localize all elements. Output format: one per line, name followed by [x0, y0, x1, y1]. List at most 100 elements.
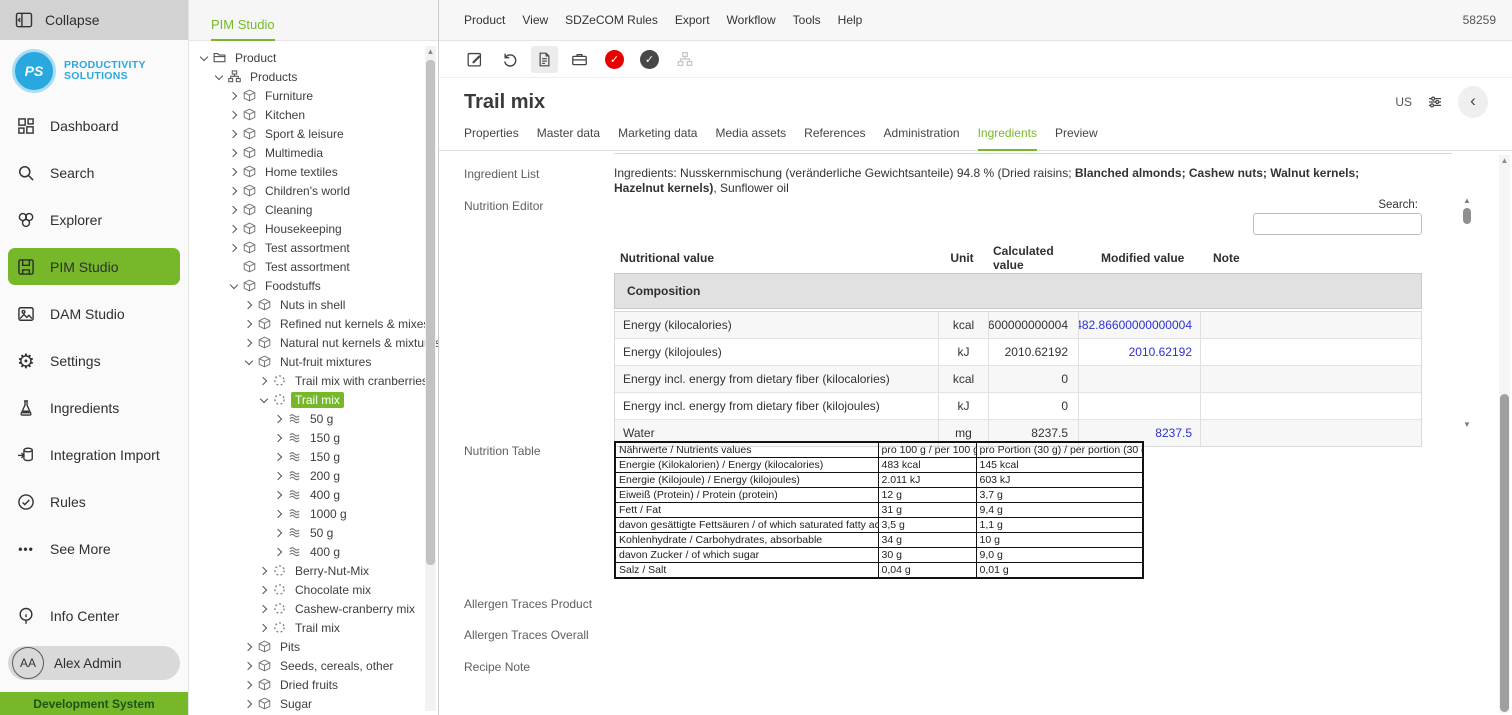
- nutrient-note[interactable]: [1200, 312, 1421, 338]
- tree-node-150-g[interactable]: 150 g: [189, 447, 438, 466]
- chevron-right-icon[interactable]: [242, 644, 256, 650]
- briefcase-button[interactable]: [566, 46, 593, 73]
- tree-node-natural-nut-kernels-mixtures[interactable]: Natural nut kernels & mixtures: [189, 333, 438, 352]
- tree-node-50-g[interactable]: 50 g: [189, 523, 438, 542]
- tree-node-trail-mix[interactable]: Trail mix: [189, 618, 438, 637]
- hierarchy-button[interactable]: [671, 46, 698, 73]
- tree-node-trail-mix-with-cranberries[interactable]: Trail mix with cranberries: [189, 371, 438, 390]
- tree-scrollbar-thumb[interactable]: [426, 60, 435, 565]
- tree-scrollbar[interactable]: ▲: [425, 46, 436, 711]
- tree-node-multimedia[interactable]: Multimedia: [189, 143, 438, 162]
- sidebar-item-explorer[interactable]: Explorer: [0, 196, 188, 243]
- tab-media-assets[interactable]: Media assets: [715, 126, 786, 150]
- menu-tools[interactable]: Tools: [793, 13, 821, 27]
- tree-node-1000-g[interactable]: 1000 g: [189, 504, 438, 523]
- tree-node-chocolate-mix[interactable]: Chocolate mix: [189, 580, 438, 599]
- page-scrollbar-thumb[interactable]: [1500, 394, 1509, 712]
- tab-administration[interactable]: Administration: [884, 126, 960, 150]
- chevron-right-icon[interactable]: [272, 530, 286, 536]
- tree-node-cashew-cranberry-mix[interactable]: Cashew-cranberry mix: [189, 599, 438, 618]
- sliders-icon[interactable]: [1426, 93, 1444, 111]
- scroll-up-icon[interactable]: ▲: [1499, 156, 1510, 166]
- locale-selector[interactable]: US: [1395, 95, 1412, 109]
- tree-node-home-textiles[interactable]: Home textiles: [189, 162, 438, 181]
- search-input[interactable]: [1253, 213, 1422, 235]
- editor-scrollbar[interactable]: ▲ ▼: [1461, 196, 1473, 428]
- approve-red-button[interactable]: ✓: [601, 46, 628, 73]
- chevron-right-icon[interactable]: [227, 93, 241, 99]
- chevron-right-icon[interactable]: [227, 188, 241, 194]
- chevron-right-icon[interactable]: [257, 625, 271, 631]
- menu-view[interactable]: View: [522, 13, 548, 27]
- sidebar-item-see-more[interactable]: •••See More: [0, 525, 188, 572]
- tree-node-cleaning[interactable]: Cleaning: [189, 200, 438, 219]
- nutrient-note[interactable]: [1200, 339, 1421, 365]
- chevron-right-icon[interactable]: [227, 169, 241, 175]
- chevron-down-icon[interactable]: [257, 398, 271, 402]
- tree-node-housekeeping[interactable]: Housekeeping: [189, 219, 438, 238]
- tab-master-data[interactable]: Master data: [537, 126, 600, 150]
- nutrient-modified-value[interactable]: [1078, 393, 1200, 419]
- tree-node-children-s-world[interactable]: Children's world: [189, 181, 438, 200]
- approve-dark-button[interactable]: ✓: [636, 46, 663, 73]
- tree-node-kitchen[interactable]: Kitchen: [189, 105, 438, 124]
- tree-node-berry-nut-mix[interactable]: Berry-Nut-Mix: [189, 561, 438, 580]
- sidebar-item-integration-import[interactable]: Integration Import: [0, 431, 188, 478]
- chevron-right-icon[interactable]: [257, 568, 271, 574]
- composition-group-row[interactable]: Composition: [614, 273, 1422, 309]
- tree-node-400-g[interactable]: 400 g: [189, 485, 438, 504]
- document-button[interactable]: [531, 46, 558, 73]
- tree-node-sport-leisure[interactable]: Sport & leisure: [189, 124, 438, 143]
- tab-properties[interactable]: Properties: [464, 126, 519, 150]
- collapse-button[interactable]: Collapse: [0, 0, 188, 40]
- chevron-right-icon[interactable]: [272, 549, 286, 555]
- chevron-right-icon[interactable]: [227, 131, 241, 137]
- tree-node-nut-fruit-mixtures[interactable]: Nut-fruit mixtures: [189, 352, 438, 371]
- chevron-right-icon[interactable]: [227, 207, 241, 213]
- chevron-right-icon[interactable]: [257, 606, 271, 612]
- tree-node-test-assortment[interactable]: Test assortment: [189, 257, 438, 276]
- chevron-right-icon[interactable]: [272, 416, 286, 422]
- sidebar-item-search[interactable]: Search: [0, 149, 188, 196]
- tree-node-refined-nut-kernels-mixes[interactable]: Refined nut kernels & mixes: [189, 314, 438, 333]
- tree-node-150-g[interactable]: 150 g: [189, 428, 438, 447]
- tree-node-dried-fruits[interactable]: Dried fruits: [189, 675, 438, 694]
- tree-node-400-g[interactable]: 400 g: [189, 542, 438, 561]
- chevron-right-icon[interactable]: [272, 492, 286, 498]
- tree-node-foodstuffs[interactable]: Foodstuffs: [189, 276, 438, 295]
- scroll-down-icon[interactable]: ▼: [1461, 420, 1473, 430]
- chevron-right-icon[interactable]: [227, 112, 241, 118]
- nutrient-modified-value[interactable]: 2010.62192: [1078, 339, 1200, 365]
- chevron-down-icon[interactable]: [227, 284, 241, 288]
- tab-marketing-data[interactable]: Marketing data: [618, 126, 697, 150]
- chevron-down-icon[interactable]: [197, 56, 211, 60]
- chevron-down-icon[interactable]: [212, 75, 226, 79]
- tree-node-trail-mix[interactable]: Trail mix: [189, 390, 438, 409]
- editor-scrollbar-thumb[interactable]: [1463, 208, 1471, 224]
- tree-node-furniture[interactable]: Furniture: [189, 86, 438, 105]
- chevron-right-icon[interactable]: [272, 454, 286, 460]
- nutrient-note[interactable]: [1200, 366, 1421, 392]
- chevron-right-icon[interactable]: [242, 663, 256, 669]
- chevron-right-icon[interactable]: [242, 682, 256, 688]
- undo-button[interactable]: [496, 46, 523, 73]
- chevron-right-icon[interactable]: [227, 245, 241, 251]
- nutrient-note[interactable]: [1200, 420, 1421, 446]
- chevron-right-icon[interactable]: [227, 150, 241, 156]
- user-menu[interactable]: AA Alex Admin: [8, 646, 180, 680]
- menu-help[interactable]: Help: [838, 13, 863, 27]
- nutrient-note[interactable]: [1200, 393, 1421, 419]
- menu-sdzecom-rules[interactable]: SDZeCOM Rules: [565, 13, 658, 27]
- page-scrollbar[interactable]: ▲: [1499, 155, 1510, 713]
- scroll-up-icon[interactable]: ▲: [1461, 196, 1473, 206]
- tree-node-nuts-in-shell[interactable]: Nuts in shell: [189, 295, 438, 314]
- sidebar-item-pim-studio[interactable]: PIM Studio: [8, 248, 180, 285]
- menu-workflow[interactable]: Workflow: [727, 13, 776, 27]
- sidebar-item-ingredients[interactable]: Ingredients: [0, 384, 188, 431]
- chevron-right-icon[interactable]: [242, 340, 256, 346]
- tree-node-product[interactable]: Product: [189, 48, 438, 67]
- tab-references[interactable]: References: [804, 126, 865, 150]
- tab-ingredients[interactable]: Ingredients: [978, 126, 1037, 152]
- sidebar-item-info-center[interactable]: Info Center: [0, 594, 188, 638]
- tree-node-products[interactable]: Products: [189, 67, 438, 86]
